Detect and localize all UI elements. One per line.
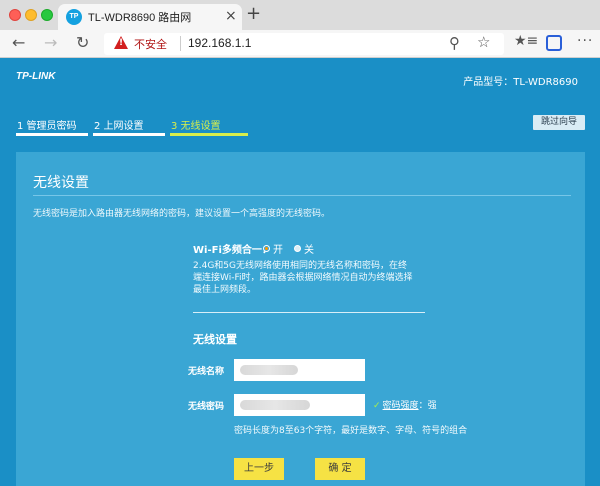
reload-icon[interactable]: ↻: [76, 32, 89, 54]
redacted-value: [240, 365, 298, 375]
wifi-combo-on-radio[interactable]: [263, 245, 270, 252]
ssid-label: 无线名称: [188, 367, 225, 377]
browser-tab[interactable]: TP TL-WDR8690 路由网 ×: [58, 4, 242, 30]
step-progress-bar: [93, 133, 165, 136]
panel-title: 无线设置: [33, 175, 89, 191]
window-minimize-button[interactable]: [25, 9, 37, 21]
back-icon[interactable]: ←: [12, 32, 25, 54]
step-progress-bar-active: [170, 133, 248, 136]
password-label: 无线密码: [188, 402, 225, 412]
favorites-icon[interactable]: ★≡: [514, 33, 538, 49]
window-zoom-button[interactable]: [41, 9, 53, 21]
divider: [33, 195, 571, 196]
extension-icon[interactable]: [546, 35, 562, 51]
skip-wizard-button[interactable]: 跳过向导: [533, 115, 585, 130]
wifi-combo-label: Wi-Fi多频合一：: [193, 245, 272, 256]
wifi-combo-off-label[interactable]: 关: [304, 241, 314, 256]
step-admin-password: 1 管理员密码: [17, 121, 77, 132]
strength-value: ：强: [418, 401, 437, 411]
check-icon: ✓: [373, 401, 381, 411]
forward-icon[interactable]: →: [44, 32, 57, 54]
url-separator: [180, 36, 181, 51]
address-bar[interactable]: 不安全 192.168.1.1 ⚲ ☆: [104, 33, 504, 55]
new-tab-icon[interactable]: +: [246, 3, 261, 25]
zoom-icon[interactable]: ⚲: [449, 34, 460, 52]
previous-step-button[interactable]: 上一步: [234, 458, 284, 480]
wifi-combo-off-radio[interactable]: [294, 245, 301, 252]
product-model: 产品型号：TL-WDR8690: [463, 77, 578, 88]
warning-icon: [114, 36, 128, 49]
redacted-value: [240, 400, 310, 410]
close-tab-icon[interactable]: ×: [225, 7, 237, 25]
page-header: TP-LINK 产品型号：TL-WDR8690: [0, 58, 600, 108]
wifi-combo-help-text: 2.4G和5G无线网络使用相同的无线名称和密码，在终端连接Wi-Fi时，路由器会…: [193, 261, 413, 295]
setup-stepper: 1 管理员密码 2 上网设置 3 无线设置 跳过向导: [0, 108, 600, 136]
tplink-favicon-icon: TP: [66, 9, 82, 25]
ssid-input[interactable]: [234, 359, 365, 381]
strength-key: 密码强度: [382, 401, 419, 411]
menu-icon[interactable]: ···: [577, 33, 593, 49]
security-label[interactable]: 不安全: [134, 36, 167, 52]
brand-logo: TP-LINK: [16, 71, 56, 82]
password-hint: 密码长度为8至63个字符，最好是数字、字母、符号的组合: [234, 426, 468, 436]
wireless-settings-panel: 无线设置 无线密码是加入路由器无线网络的密码，建议设置一个高强度的无线密码。 W…: [16, 152, 585, 486]
divider: [193, 312, 425, 313]
panel-description: 无线密码是加入路由器无线网络的密码，建议设置一个高强度的无线密码。: [33, 209, 331, 219]
password-strength: ✓ 密码强度：强: [373, 398, 437, 411]
tab-strip: TP TL-WDR8690 路由网 × +: [0, 0, 600, 30]
confirm-button[interactable]: 确 定: [315, 458, 365, 480]
window-close-button[interactable]: [9, 9, 21, 21]
wifi-combo-on-label[interactable]: 开: [273, 241, 283, 256]
wireless-section-title: 无线设置: [193, 333, 237, 346]
url-text[interactable]: 192.168.1.1: [188, 36, 251, 50]
tab-title: TL-WDR8690 路由网: [88, 12, 192, 24]
browser-toolbar: ← → ↻ 不安全 192.168.1.1 ⚲ ☆ ★≡ ···: [0, 30, 600, 58]
step-internet-setup: 2 上网设置: [94, 121, 144, 132]
step-progress-bar: [16, 133, 88, 136]
step-wireless-setup: 3 无线设置: [171, 121, 221, 132]
star-icon[interactable]: ☆: [477, 33, 490, 51]
password-input[interactable]: [234, 394, 365, 416]
